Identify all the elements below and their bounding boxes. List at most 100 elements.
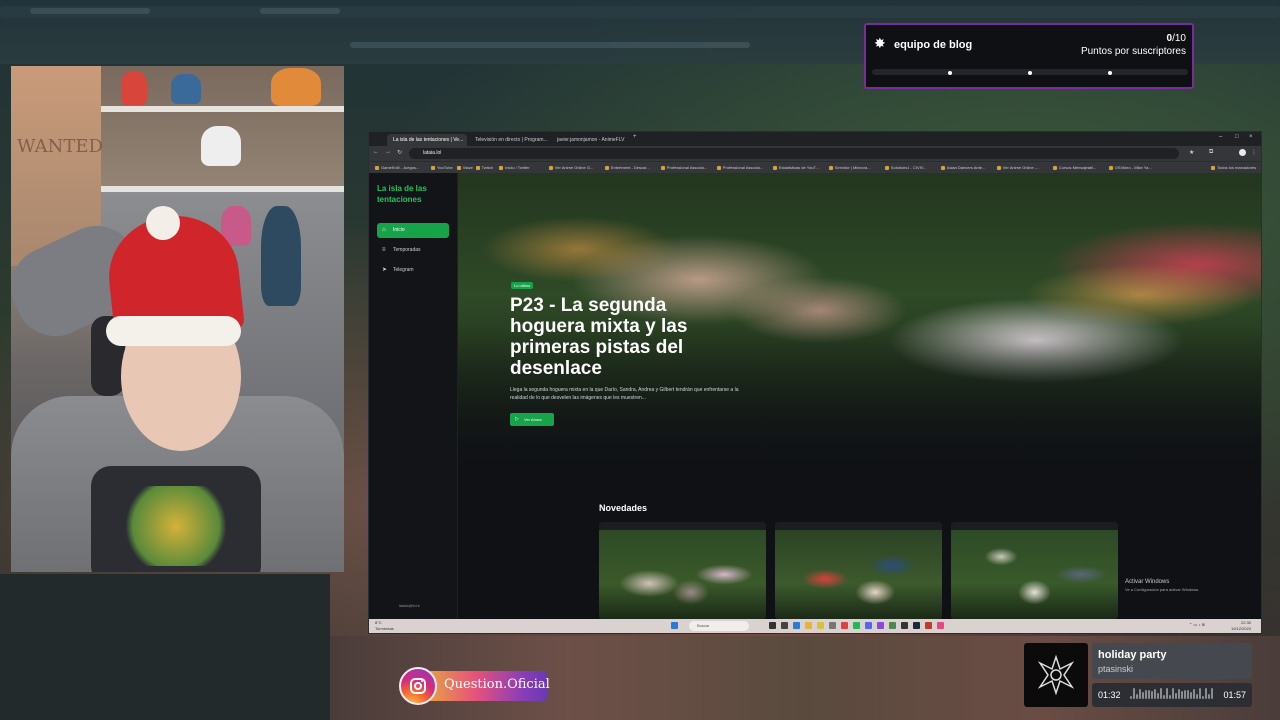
episode-thumbnail (599, 530, 766, 619)
tab-television[interactable]: Televisión en directo | Program... (469, 134, 549, 146)
app-icon[interactable] (781, 622, 788, 629)
goal-title: equipo de blog (894, 39, 973, 51)
back-icon[interactable]: ← (373, 149, 379, 155)
start-icon[interactable] (671, 622, 678, 629)
bookmark-item[interactable]: Solutions1 - CIVIV... (885, 163, 927, 173)
bookmark-item[interactable]: Inicio / Twitter (499, 163, 529, 173)
profile-avatar[interactable] (1239, 149, 1246, 156)
new-tab-button[interactable]: + (633, 134, 637, 140)
bookmark-item[interactable]: OSVideo - Mike Ya... (1109, 163, 1152, 173)
latest-badge: Lo último (511, 282, 534, 289)
elapsed-time: 01:32 (1098, 690, 1121, 700)
bookmarks-bar: Todos los marcadores GameKnill - Juegos.… (369, 161, 1261, 173)
reload-icon[interactable]: ↻ (397, 149, 402, 156)
app-icon[interactable] (877, 622, 884, 629)
browser-window: La isla de las tentaciones | Ve... Telev… (369, 132, 1261, 633)
bookmark-item[interactable]: GameKnill - Juegos... (375, 163, 419, 173)
site-title[interactable]: La isla de las tentaciones (377, 183, 457, 205)
windows-taskbar: 8°C Tormentas Buscar ⌃ ▭ ♪ ⊞ 22:30 19/12… (369, 619, 1261, 633)
track-duration: 01:57 (1223, 690, 1246, 700)
instagram-badge: Question.Oficial (399, 667, 550, 705)
app-icon[interactable] (829, 622, 836, 629)
nav-telegram[interactable]: ➤ Telegram (377, 263, 449, 278)
close-button[interactable]: × (1249, 134, 1253, 140)
track-progress: 01:32 01:57 (1092, 683, 1252, 707)
home-icon: ⌂ (382, 227, 386, 233)
episode-card[interactable] (775, 522, 942, 619)
instagram-handle: Question.Oficial (444, 677, 550, 692)
bookmark-item[interactable]: Entertment - Descar... (605, 163, 650, 173)
hero-title: P23 - La segunda hoguera mixta y las pri… (510, 295, 688, 379)
episode-card[interactable] (951, 522, 1118, 619)
url-input[interactable]: lataia.lol (409, 148, 1179, 159)
all-bookmarks[interactable]: Todos los marcadores (1211, 163, 1256, 173)
episode-card[interactable] (599, 522, 766, 619)
progress-marker (948, 71, 952, 75)
menu-icon[interactable]: ⋮ (1251, 149, 1257, 156)
star-badge-icon: ✸ (874, 35, 886, 51)
goal-label: Puntos por suscriptores (1080, 46, 1186, 57)
instagram-icon (399, 667, 437, 705)
system-tray[interactable]: ⌃ ▭ ♪ ⊞ (1189, 622, 1205, 627)
extensions-icon[interactable]: ⧉ (1209, 149, 1213, 156)
explorer-icon[interactable] (805, 622, 812, 629)
episode-thumbnail (775, 530, 942, 619)
app-icon[interactable] (901, 622, 908, 629)
address-bar: ← → ↻ lataia.lol ★ ⧉ ⋮ (369, 146, 1261, 161)
stream-layout: WANTED La isla de las tentaciones | Ve..… (0, 0, 1280, 720)
tab-la-isla[interactable]: La isla de las tentaciones | Ve... (387, 134, 467, 146)
forward-icon[interactable]: → (385, 149, 391, 155)
bookmark-item[interactable]: Asian Dancers Ante... (941, 163, 985, 173)
sidebar-footer: lataia@lol.e (399, 603, 420, 608)
app-icon[interactable] (817, 622, 824, 629)
site-sidebar: La isla de las tentaciones ⌂ Inicio ≡ Te… (369, 173, 458, 620)
goal-count: 0/10 (1166, 33, 1186, 44)
episode-thumbnail (951, 530, 1118, 619)
progress-marker (1028, 71, 1032, 75)
emblem-icon (1037, 654, 1075, 696)
maximize-button[interactable]: □ (1235, 134, 1239, 140)
app-icon[interactable] (841, 622, 848, 629)
bookmark-item[interactable]: Ver Anime Online -... (997, 163, 1040, 173)
bookmark-item[interactable]: Estadisticas de YouT... (773, 163, 819, 173)
nav-temporadas[interactable]: ≡ Temporadas (377, 243, 449, 258)
blurred-background-left (0, 574, 330, 720)
weather-widget[interactable]: 8°C Tormentas (375, 620, 394, 632)
bookmark-item[interactable]: Ver Anime Online G... (549, 163, 593, 173)
webcam-feed: WANTED (11, 66, 344, 572)
track-title: holiday party (1098, 649, 1167, 661)
play-icon: ▷ (515, 416, 519, 422)
steam-icon[interactable] (913, 622, 920, 629)
bookmark-item[interactable]: Twitch (476, 163, 493, 173)
spotify-icon[interactable] (853, 622, 860, 629)
edge-icon[interactable] (793, 622, 800, 629)
discord-icon[interactable] (865, 622, 872, 629)
bookmark-item[interactable]: Servidor | Minecra... (829, 163, 871, 173)
tab-bar: La isla de las tentaciones | Ve... Telev… (369, 132, 1261, 146)
bookmark-item[interactable]: Maze (457, 163, 473, 173)
album-cover (1024, 643, 1088, 707)
app-icon[interactable] (925, 622, 932, 629)
section-title: Novedades (599, 503, 648, 513)
nav-inicio[interactable]: ⌂ Inicio (377, 223, 449, 238)
tab-animeflv[interactable]: javier.jamonjamon - AnimeFLV (551, 134, 631, 146)
watch-now-button[interactable]: ▷ Ver Ahora (510, 413, 554, 426)
bookmark-item[interactable]: Professional Associa... (661, 163, 707, 173)
taskbar-search[interactable]: Buscar (689, 621, 749, 631)
activate-windows-watermark: Activar Windows Ve a Configuración para … (1125, 579, 1200, 592)
app-icon[interactable] (889, 622, 896, 629)
now-playing-widget: holiday party ptasinski 01:32 01:57 (1024, 643, 1252, 707)
bookmark-item[interactable]: Professional Associa... (717, 163, 763, 173)
track-artist: ptasinski (1098, 664, 1134, 674)
subscriber-goal-widget: ✸ equipo de blog 0/10 Puntos por suscrip… (864, 23, 1194, 89)
app-icon[interactable] (937, 622, 944, 629)
bookmark-item[interactable]: Cursos Mensajeabl... (1053, 163, 1097, 173)
star-icon[interactable]: ★ (1189, 149, 1194, 156)
minimize-button[interactable]: – (1219, 134, 1222, 140)
bookmark-item[interactable]: YouTube (431, 163, 453, 173)
hero-description: Llega la segunda hoguera mixta en la que… (510, 387, 739, 401)
list-icon: ≡ (382, 247, 386, 253)
taskbar-clock[interactable]: 22:30 19/12/2023 (1231, 620, 1251, 632)
progress-marker (1108, 71, 1112, 75)
task-view-icon[interactable] (769, 622, 776, 629)
